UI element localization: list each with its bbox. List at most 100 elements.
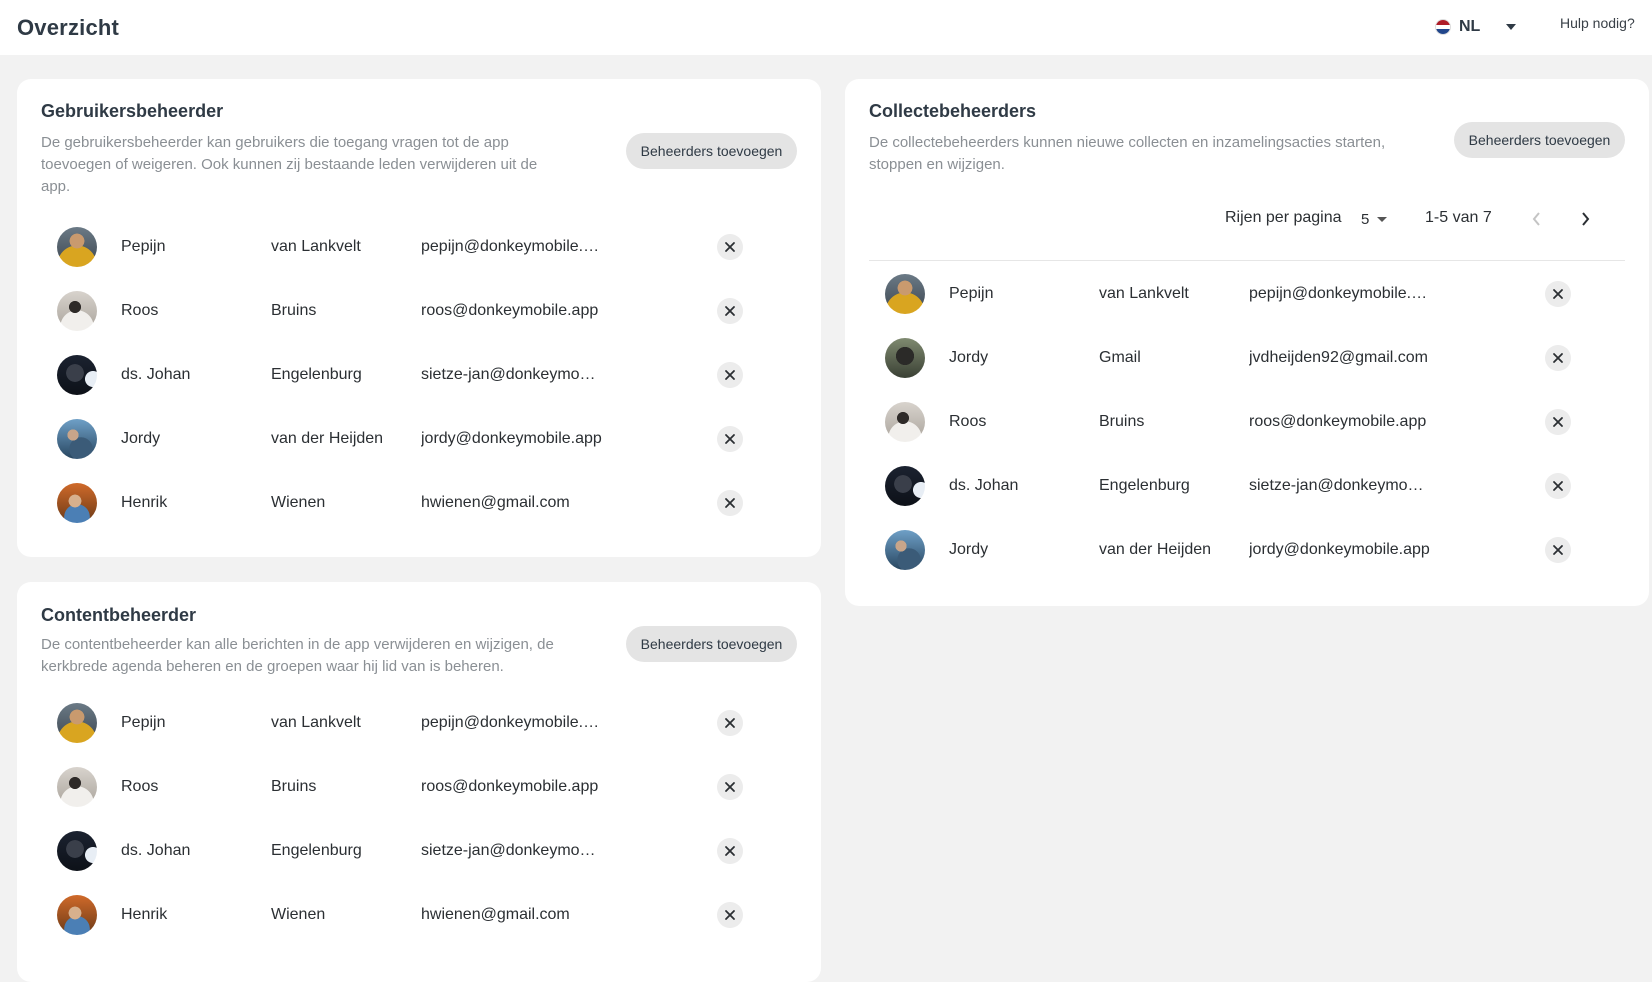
avatar xyxy=(885,466,925,506)
avatar xyxy=(885,402,925,442)
close-icon xyxy=(725,782,735,792)
remove-admin-button[interactable] xyxy=(717,234,743,260)
first-name-cell: ds. Johan xyxy=(949,477,1019,494)
avatar xyxy=(57,291,97,331)
email-cell: pepijn@donkeymobile.a... xyxy=(421,238,603,255)
table-row: Jordy van der Heijden jordy@donkeymobile.a… xyxy=(41,407,797,471)
remove-admin-button[interactable] xyxy=(717,298,743,324)
email-cell: jordy@donkeymobile.app xyxy=(421,430,602,447)
remove-admin-button[interactable] xyxy=(1545,409,1571,435)
table-row: Jordy Gmail jvdheijden92@gmail.com xyxy=(869,326,1625,390)
avatar xyxy=(57,831,97,871)
avatar xyxy=(57,483,97,523)
first-name-cell: Roos xyxy=(121,302,159,319)
rows-per-page-select[interactable]: 5 xyxy=(1361,207,1388,231)
remove-admin-button[interactable] xyxy=(1545,537,1571,563)
last-name-cell: Engelenburg xyxy=(1099,477,1190,494)
table-row: Roos Bruins roos@donkeymobile.app xyxy=(41,279,797,343)
avatar xyxy=(57,767,97,807)
last-name-cell: van Lankvelt xyxy=(271,238,361,255)
close-icon xyxy=(1553,481,1563,491)
table-row: Jordy van der Heijden jordy@donkeymobile.a… xyxy=(869,518,1625,582)
email-cell: roos@donkeymobile.app xyxy=(421,778,599,795)
last-name-cell: Wienen xyxy=(271,906,326,923)
avatar xyxy=(57,703,97,743)
table-row: Roos Bruins roos@donkeymobile.app xyxy=(41,755,797,819)
remove-admin-button[interactable] xyxy=(1545,281,1571,307)
netherlands-flag-icon xyxy=(1435,19,1451,35)
remove-admin-button[interactable] xyxy=(717,426,743,452)
first-name-cell: Jordy xyxy=(121,430,161,447)
first-name-cell: Roos xyxy=(121,778,159,795)
first-name-cell: Roos xyxy=(949,413,987,430)
first-name-cell: Jordy xyxy=(949,349,989,366)
close-icon xyxy=(1553,417,1563,427)
help-link[interactable]: Hulp nodig? xyxy=(1560,15,1635,31)
last-name-cell: van Lankvelt xyxy=(1099,285,1189,302)
remove-admin-button[interactable] xyxy=(717,710,743,736)
avatar xyxy=(885,530,925,570)
close-icon xyxy=(725,370,735,380)
rows-per-page-value: 5 xyxy=(1361,210,1370,228)
remove-admin-button[interactable] xyxy=(717,490,743,516)
close-icon xyxy=(725,242,735,252)
avatar xyxy=(885,274,925,314)
add-admins-button[interactable]: Beheerders toevoegen xyxy=(626,626,797,662)
add-admins-button[interactable]: Beheerders toevoegen xyxy=(1454,122,1625,158)
last-name-cell: Gmail xyxy=(1099,349,1141,366)
avatar xyxy=(57,895,97,935)
close-icon xyxy=(725,434,735,444)
next-page-icon[interactable] xyxy=(1573,207,1597,231)
collection-admins-list: Pepijn van Lankvelt pepijn@donkeymobile.a.… xyxy=(869,262,1625,582)
avatar xyxy=(885,338,925,378)
avatar xyxy=(57,355,97,395)
table-row: Pepijn van Lankvelt pepijn@donkeymobile.a.… xyxy=(869,262,1625,326)
last-name-cell: Bruins xyxy=(271,778,317,795)
first-name-cell: ds. Johan xyxy=(121,842,191,859)
first-name-cell: Pepijn xyxy=(121,238,166,255)
first-name-cell: ds. Johan xyxy=(121,366,191,383)
email-cell: roos@donkeymobile.app xyxy=(421,302,599,319)
language-code: NL xyxy=(1459,18,1481,35)
avatar xyxy=(57,419,97,459)
email-cell: pepijn@donkeymobile.a... xyxy=(1249,285,1431,302)
close-icon xyxy=(725,306,735,316)
table-row: ds. Johan Engelenburg sietze-jan@donkeymob… xyxy=(869,454,1625,518)
pagination: Rijen per pagina 5 1-5 van 7 xyxy=(1225,198,1625,238)
last-name-cell: Bruins xyxy=(1099,413,1145,430)
email-cell: jvdheijden92@gmail.com xyxy=(1249,349,1428,366)
email-cell: sietze-jan@donkeymobi... xyxy=(1249,477,1431,494)
table-row: Pepijn van Lankvelt pepijn@donkeymobile.a.… xyxy=(41,691,797,755)
content-admins-list: Pepijn van Lankvelt pepijn@donkeymobile.a.… xyxy=(41,691,797,947)
email-cell: sietze-jan@donkeymobi... xyxy=(421,842,603,859)
remove-admin-button[interactable] xyxy=(717,902,743,928)
divider xyxy=(869,260,1625,261)
page-title: Overzicht xyxy=(17,14,120,40)
remove-admin-button[interactable] xyxy=(717,774,743,800)
collection-admins-card: Collectebeheerders De collectebeheerders… xyxy=(845,79,1649,606)
table-row: Henrik Wienen hwienen@gmail.com xyxy=(41,471,797,535)
user-admins-list: Pepijn van Lankvelt pepijn@donkeymobile.a.… xyxy=(41,215,797,535)
email-cell: jordy@donkeymobile.app xyxy=(1249,541,1430,558)
language-selector[interactable]: NL xyxy=(1435,12,1517,42)
close-icon xyxy=(1553,545,1563,555)
add-admins-button[interactable]: Beheerders toevoegen xyxy=(626,133,797,169)
first-name-cell: Pepijn xyxy=(121,714,166,731)
card-description: De gebruikersbeheerder kan gebruikers di… xyxy=(41,134,538,195)
remove-admin-button[interactable] xyxy=(1545,473,1571,499)
card-title: Gebruikersbeheerder xyxy=(41,101,224,121)
last-name-cell: van Lankvelt xyxy=(271,714,361,731)
email-cell: roos@donkeymobile.app xyxy=(1249,413,1427,430)
remove-admin-button[interactable] xyxy=(717,362,743,388)
remove-admin-button[interactable] xyxy=(717,838,743,864)
card-title: Contentbeheerder xyxy=(41,605,197,625)
last-name-cell: van der Heijden xyxy=(271,430,384,447)
close-icon xyxy=(725,846,735,856)
close-icon xyxy=(1553,353,1563,363)
remove-admin-button[interactable] xyxy=(1545,345,1571,371)
user-admins-card: Gebruikersbeheerder De gebruikersbeheerd… xyxy=(17,79,821,557)
last-name-cell: Engelenburg xyxy=(271,366,362,383)
previous-page-icon[interactable] xyxy=(1525,207,1549,231)
email-cell: hwienen@gmail.com xyxy=(421,494,570,511)
table-row: ds. Johan Engelenburg sietze-jan@donkeymob… xyxy=(41,819,797,883)
